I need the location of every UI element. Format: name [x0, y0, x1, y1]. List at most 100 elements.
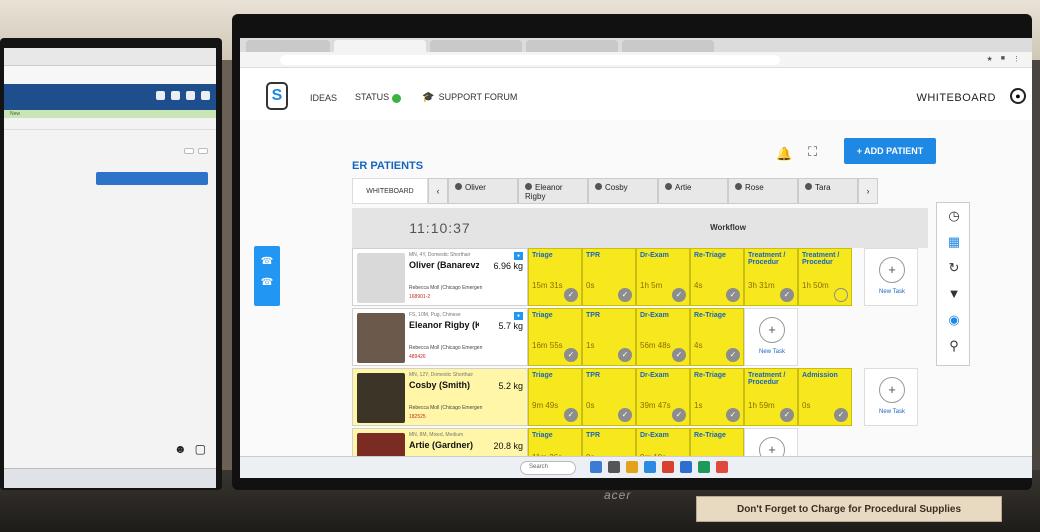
clock-icon[interactable]: ◷	[937, 203, 971, 229]
fullscreen-icon[interactable]: ⛶	[808, 144, 817, 160]
check-icon[interactable]: ✓	[834, 408, 848, 422]
task-cell[interactable]: Treatment / Procedur 3h 31m ✓	[744, 248, 798, 306]
new-task-button[interactable]: + New Task	[744, 308, 798, 366]
taskbar-app-icon[interactable]	[680, 461, 692, 473]
check-icon[interactable]: ✓	[672, 408, 686, 422]
taskbar-app-icon[interactable]	[716, 461, 728, 473]
taskbar-search[interactable]: Search	[520, 461, 576, 475]
patient-tab[interactable]: Eleanor Rigby	[518, 178, 588, 204]
task-cell[interactable]: Triage 15m 31s ✓	[528, 248, 582, 306]
patient-id: 168901-2	[409, 294, 431, 300]
filter-icon[interactable]: ▼	[937, 281, 971, 307]
left-delete-button[interactable]	[198, 148, 208, 154]
check-icon[interactable]: ✓	[564, 348, 578, 362]
task-cell[interactable]: Re-Triage 1s ✓	[690, 368, 744, 426]
left-header-icon[interactable]	[201, 91, 210, 100]
task-cell[interactable]: Triage 16m 55s ✓	[528, 308, 582, 366]
tabs-next-arrow[interactable]: ›	[858, 178, 878, 204]
address-bar[interactable]	[280, 55, 780, 65]
folder-icon[interactable]	[626, 461, 638, 473]
os-taskbar: Search	[240, 456, 1032, 478]
task-cell[interactable]: Admission 0s ✓	[798, 368, 852, 426]
left-action-button[interactable]	[184, 148, 194, 154]
left-header-icon[interactable]	[171, 91, 180, 100]
left-primary-button[interactable]	[96, 172, 208, 185]
side-phone-panel[interactable]: ☎ ☎	[254, 246, 280, 306]
patient-tab[interactable]: Rose	[728, 178, 798, 204]
check-icon[interactable]: ✓	[672, 288, 686, 302]
check-icon[interactable]: ✓	[618, 348, 632, 362]
check-icon[interactable]: ✓	[780, 408, 794, 422]
task-cell[interactable]: Dr-Exam 1h 5m ✓	[636, 248, 690, 306]
patient-tab[interactable]: Cosby	[588, 178, 658, 204]
add-patient-button[interactable]: + ADD PATIENT	[844, 138, 936, 164]
menu-icon[interactable]: ⋮	[1013, 55, 1020, 63]
check-icon[interactable]: ✓	[726, 408, 740, 422]
nav-ideas[interactable]: IDEAS	[310, 93, 337, 103]
app-logo-icon[interactable]: S	[266, 82, 288, 110]
check-icon[interactable]: ✓	[726, 348, 740, 362]
new-task-button[interactable]: + New Task	[864, 368, 918, 426]
unchecked-circle-icon[interactable]	[834, 288, 848, 302]
check-icon[interactable]: ✓	[618, 288, 632, 302]
search-icon[interactable]: ⚲	[937, 333, 971, 359]
person-icon[interactable]: ☻	[174, 442, 187, 456]
task-cell[interactable]: TPR 1s ✓	[582, 308, 636, 366]
task-label: Dr-Exam	[640, 252, 669, 259]
tab-whiteboard[interactable]: WHITEBOARD	[352, 178, 428, 204]
user-account-icon[interactable]: ●	[1010, 88, 1026, 104]
left-green-tab[interactable]: New	[4, 110, 216, 118]
task-label: Re-Triage	[694, 252, 726, 259]
patient-tab[interactable]: Artie	[658, 178, 728, 204]
task-cell[interactable]: Dr-Exam 56m 48s ✓	[636, 308, 690, 366]
check-icon[interactable]: ✓	[564, 408, 578, 422]
star-icon[interactable]: ★	[986, 55, 992, 63]
taskbar-app-icon[interactable]	[590, 461, 602, 473]
clipboard-icon[interactable]: ▦	[937, 229, 971, 255]
task-cell[interactable]: Treatment / Procedur 1h 50m	[798, 248, 852, 306]
check-icon[interactable]: ✓	[726, 288, 740, 302]
patient-tab[interactable]: Tara	[798, 178, 858, 204]
patient-card[interactable]: MN, 12Y, Domestic Shorthair Cosby (Smith…	[352, 368, 528, 426]
taskbar-app-icon[interactable]	[644, 461, 656, 473]
left-bottom-icons: ☻ ▢	[174, 442, 206, 456]
check-icon[interactable]: ✓	[672, 348, 686, 362]
task-cell[interactable]: Dr-Exam 39m 47s ✓	[636, 368, 690, 426]
left-header-icon[interactable]	[156, 91, 165, 100]
task-cell[interactable]: Re-Triage 4s ✓	[690, 308, 744, 366]
check-icon[interactable]: ✓	[618, 408, 632, 422]
browser-tab-active[interactable]	[334, 40, 426, 52]
task-cell[interactable]: TPR 0s ✓	[582, 248, 636, 306]
bell-icon[interactable]: 🔔	[776, 146, 792, 162]
taskbar-app-icon[interactable]	[608, 461, 620, 473]
patient-card[interactable]: FS, 10M, Pug, Chinese ● Eleanor Rigby (K…	[352, 308, 528, 366]
top-nav: IDEAS STATUS 🎓 SUPPORT FORUM	[310, 92, 517, 103]
task-cell[interactable]: Treatment / Procedur 1h 59m ✓	[744, 368, 798, 426]
tabs-prev-arrow[interactable]: ‹	[428, 178, 448, 204]
task-label: Treatment / Procedur	[748, 372, 786, 386]
task-cell[interactable]: Triage 9m 49s ✓	[528, 368, 582, 426]
nav-status[interactable]: STATUS	[355, 92, 404, 103]
left-header-icon[interactable]	[186, 91, 195, 100]
task-cell[interactable]: TPR 0s ✓	[582, 368, 636, 426]
taskbar-app-icon[interactable]	[662, 461, 674, 473]
new-task-label: New Task	[879, 409, 905, 415]
new-task-button[interactable]: + New Task	[864, 248, 918, 306]
patient-card[interactable]: MN, 4Y, Domestic Shorthair ● Oliver (Ban…	[352, 248, 528, 306]
task-cell[interactable]: Re-Triage 4s ✓	[690, 248, 744, 306]
toggle-view-icon[interactable]: ◉	[937, 307, 971, 333]
browser-tab[interactable]	[246, 40, 330, 52]
browser-tab[interactable]	[430, 40, 522, 52]
taskbar-app-icon[interactable]	[698, 461, 710, 473]
task-label: TPR	[586, 432, 600, 439]
browser-tab[interactable]	[526, 40, 618, 52]
check-icon[interactable]: ✓	[780, 288, 794, 302]
extensions-icon[interactable]: ■	[1001, 55, 1005, 63]
nav-support-forum[interactable]: 🎓 SUPPORT FORUM	[422, 92, 517, 103]
window-icon[interactable]: ▢	[195, 442, 206, 456]
plus-icon: +	[879, 257, 905, 283]
timer-icon[interactable]: ↻	[937, 255, 971, 281]
patient-tab[interactable]: Oliver	[448, 178, 518, 204]
check-icon[interactable]: ✓	[564, 288, 578, 302]
browser-tab[interactable]	[622, 40, 714, 52]
